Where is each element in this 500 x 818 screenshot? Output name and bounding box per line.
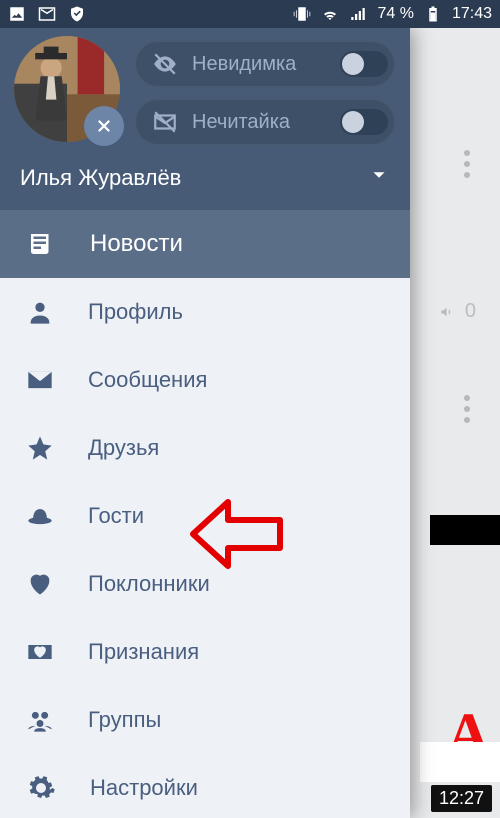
toggle-invisible[interactable]: Невидимка bbox=[134, 40, 396, 88]
messages-icon bbox=[26, 366, 54, 394]
avatar[interactable] bbox=[14, 36, 120, 142]
nav-item-groups[interactable]: Группы bbox=[0, 686, 410, 754]
news-icon bbox=[26, 229, 56, 259]
wifi-icon bbox=[321, 5, 339, 23]
mail-icon bbox=[38, 5, 56, 23]
nav-label: Новости bbox=[90, 230, 183, 258]
nav-label: Сообщения bbox=[88, 367, 207, 393]
mail-off-icon bbox=[152, 109, 178, 135]
navigation-drawer: Невидимка Нечитайка Илья Журавлёв Новост… bbox=[0, 28, 410, 818]
account-selector[interactable]: Илья Журавлёв bbox=[0, 150, 410, 210]
gear-icon bbox=[26, 773, 56, 803]
image-icon bbox=[8, 5, 26, 23]
battery-percent: 74 % bbox=[377, 5, 413, 23]
signal-icon bbox=[349, 5, 367, 23]
nav-item-admirers[interactable]: Поклонники bbox=[0, 550, 410, 618]
nav-label: Группы bbox=[88, 707, 161, 733]
nav-item-messages[interactable]: Сообщения bbox=[0, 346, 410, 414]
groups-icon bbox=[26, 706, 54, 734]
nav-item-profile[interactable]: Профиль bbox=[0, 278, 410, 346]
share-count: 0 bbox=[437, 300, 476, 323]
heart-icon bbox=[26, 570, 54, 598]
clock: 17:43 bbox=[452, 5, 492, 23]
user-name: Илья Журавлёв bbox=[20, 165, 181, 191]
nav-label: Настройки bbox=[90, 775, 198, 801]
video-duration-badge: 12:27 bbox=[431, 785, 492, 812]
star-icon bbox=[26, 434, 54, 462]
nav-label: Поклонники bbox=[88, 571, 210, 597]
drawer-header: Невидимка Нечитайка Илья Журавлёв Новост… bbox=[0, 28, 410, 278]
switch[interactable] bbox=[340, 109, 388, 135]
nav-item-confessions[interactable]: Признания bbox=[0, 618, 410, 686]
nav-label: Гости bbox=[88, 503, 144, 529]
nav-menu: Профиль Сообщения Друзья Гости Поклонник… bbox=[0, 278, 410, 818]
nav-item-friends[interactable]: Друзья bbox=[0, 414, 410, 482]
toggle-label: Нечитайка bbox=[192, 111, 326, 134]
profile-icon bbox=[26, 298, 54, 326]
nav-item-settings[interactable]: Настройки bbox=[0, 754, 410, 818]
vibrate-icon bbox=[293, 5, 311, 23]
nav-item-guests[interactable]: Гости bbox=[0, 482, 410, 550]
nav-label: Друзья bbox=[88, 435, 159, 461]
status-bar: 74 % 17:43 bbox=[0, 0, 500, 28]
kebab-menu-icon[interactable] bbox=[464, 150, 470, 178]
toggle-label: Невидимка bbox=[192, 53, 326, 76]
hat-icon bbox=[26, 502, 54, 530]
eye-off-icon bbox=[152, 51, 178, 77]
nav-item-news[interactable]: Новости bbox=[0, 210, 410, 278]
kebab-menu-icon[interactable] bbox=[464, 395, 470, 423]
nav-label: Признания bbox=[88, 639, 199, 665]
switch[interactable] bbox=[340, 51, 388, 77]
battery-icon bbox=[424, 5, 442, 23]
shield-icon bbox=[68, 5, 86, 23]
chevron-down-icon bbox=[368, 164, 390, 192]
nav-label: Профиль bbox=[88, 299, 183, 325]
toggle-noread[interactable]: Нечитайка bbox=[134, 98, 396, 146]
close-icon[interactable] bbox=[84, 106, 124, 146]
heart-mail-icon bbox=[26, 638, 54, 666]
